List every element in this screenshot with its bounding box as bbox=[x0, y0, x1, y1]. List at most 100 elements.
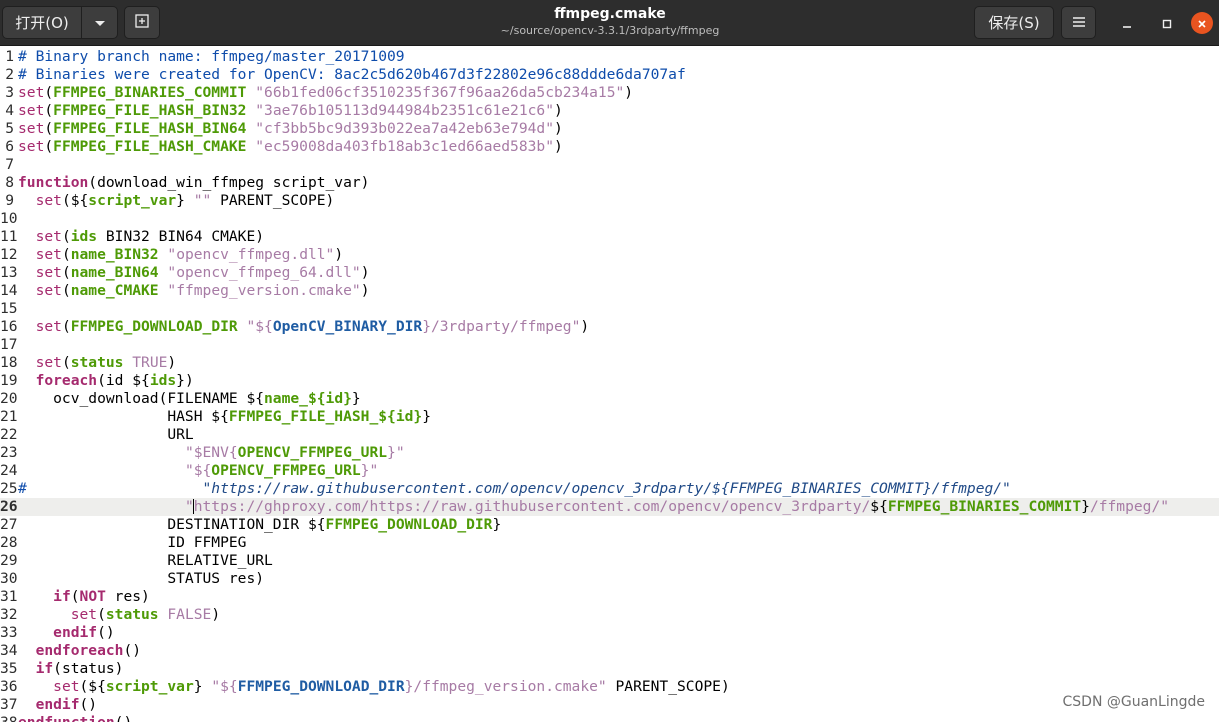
code-token: "ffmpeg_version.cmake" bbox=[167, 282, 361, 299]
new-tab-button[interactable] bbox=[124, 6, 160, 39]
code-line[interactable]: 34 endforeach() bbox=[0, 642, 1219, 660]
minimize-button[interactable] bbox=[1116, 12, 1138, 34]
watermark: CSDN @GuanLingde bbox=[1062, 694, 1206, 710]
code-line[interactable]: 11 set(ids BIN32 BIN64 CMAKE) bbox=[0, 228, 1219, 246]
line-text: STATUS res) bbox=[18, 570, 264, 588]
window-title: ffmpeg.cmake bbox=[554, 6, 666, 22]
code-line[interactable]: 21 HASH ${FFMPEG_FILE_HASH_${id}} bbox=[0, 408, 1219, 426]
code-token: ( bbox=[61, 354, 71, 371]
code-line[interactable]: 26 "https://ghproxy.com/https://raw.gith… bbox=[0, 498, 1219, 516]
line-text: set(FFMPEG_FILE_HASH_CMAKE "ec59008da403… bbox=[18, 138, 563, 156]
code-line[interactable]: 12 set(name_BIN32 "opencv_ffmpeg.dll") bbox=[0, 246, 1219, 264]
line-number: 26 bbox=[0, 498, 18, 515]
line-text: URL bbox=[18, 426, 194, 444]
maximize-button[interactable] bbox=[1156, 12, 1178, 34]
code-token: PARENT_SCOPE) bbox=[606, 678, 730, 695]
code-token: } bbox=[193, 678, 212, 695]
code-token: id bbox=[395, 408, 414, 425]
code-token: STATUS res) bbox=[18, 570, 265, 587]
code-line[interactable]: 10 bbox=[0, 210, 1219, 228]
code-line[interactable]: 20 ocv_download(FILENAME ${name_${id}} bbox=[0, 390, 1219, 408]
code-token: status bbox=[105, 606, 159, 623]
line-text: set(name_CMAKE "ffmpeg_version.cmake") bbox=[18, 282, 370, 300]
code-line[interactable]: 7 bbox=[0, 156, 1219, 174]
code-line[interactable]: 27 DESTINATION_DIR ${FFMPEG_DOWNLOAD_DIR… bbox=[0, 516, 1219, 534]
code-line[interactable]: 33 endif() bbox=[0, 624, 1219, 642]
code-line[interactable]: 4 set(FFMPEG_FILE_HASH_BIN32 "3ae76b10511… bbox=[0, 102, 1219, 120]
code-token: status bbox=[70, 354, 124, 371]
code-line[interactable]: 37 endif() bbox=[0, 696, 1219, 714]
code-line[interactable]: 32 set(status FALSE) bbox=[0, 606, 1219, 624]
code-token: "${ bbox=[211, 678, 238, 695]
code-token: set bbox=[35, 246, 62, 263]
code-line[interactable]: 25 # "https://raw.githubusercontent.com/o… bbox=[0, 480, 1219, 498]
code-line[interactable]: 35 if(status) bbox=[0, 660, 1219, 678]
code-token: set bbox=[18, 138, 45, 155]
line-number: 4 bbox=[5, 102, 14, 119]
open-button[interactable]: 打开(O) bbox=[2, 6, 82, 39]
new-tab-icon bbox=[134, 13, 150, 33]
code-line[interactable]: 36 set(${script_var} "${FFMPEG_DOWNLOAD_… bbox=[0, 678, 1219, 696]
code-token: FFMPEG_FILE_HASH_BIN32 bbox=[53, 102, 247, 119]
save-button-label: 保存(S) bbox=[988, 14, 1040, 32]
code-line[interactable]: 5 set(FFMPEG_FILE_HASH_BIN64 "cf3bb5bc9d3… bbox=[0, 120, 1219, 138]
line-number: 1 bbox=[5, 48, 14, 65]
code-line[interactable]: 17 bbox=[0, 336, 1219, 354]
line-text: endif() bbox=[18, 624, 115, 642]
line-number: 19 bbox=[0, 372, 18, 389]
code-token: ( bbox=[61, 282, 71, 299]
line-text: set(FFMPEG_BINARIES_COMMIT "66b1fed06cf3… bbox=[18, 84, 633, 102]
code-line[interactable]: 3 set(FFMPEG_BINARIES_COMMIT "66b1fed06cf… bbox=[0, 84, 1219, 102]
code-token: ID FFMPEG bbox=[18, 534, 247, 551]
line-text: "$ENV{OPENCV_FFMPEG_URL}" bbox=[18, 444, 405, 462]
code-line[interactable]: 9 set(${script_var} "" PARENT_SCOPE) bbox=[0, 192, 1219, 210]
code-line[interactable]: 28 ID FFMPEG bbox=[0, 534, 1219, 552]
line-text: endfunction() bbox=[18, 714, 132, 722]
code-line[interactable]: 22 URL bbox=[0, 426, 1219, 444]
close-button[interactable] bbox=[1191, 12, 1213, 34]
code-line[interactable]: 15 bbox=[0, 300, 1219, 318]
line-text: # Binary branch name: ffmpeg/master_2017… bbox=[18, 48, 405, 66]
text-editor[interactable]: 1 # Binary branch name: ffmpeg/master_201… bbox=[0, 46, 1219, 722]
code-token: "${ bbox=[184, 462, 212, 479]
code-line[interactable]: 24 "${OPENCV_FFMPEG_URL}" bbox=[0, 462, 1219, 480]
main-menu-button[interactable] bbox=[1061, 6, 1096, 39]
code-line[interactable]: 18 set(status TRUE) bbox=[0, 354, 1219, 372]
code-token: }" bbox=[360, 462, 379, 479]
window-title-area: ffmpeg.cmake ~/source/opencv-3.3.1/3rdpa… bbox=[400, 5, 820, 38]
code-line[interactable]: 16 set(FFMPEG_DOWNLOAD_DIR "${OpenCV_BIN… bbox=[0, 318, 1219, 336]
code-line[interactable]: 29 RELATIVE_URL bbox=[0, 552, 1219, 570]
line-text: set(FFMPEG_FILE_HASH_BIN64 "cf3bb5bc9d39… bbox=[18, 120, 563, 138]
code-line[interactable]: 8 function(download_win_ffmpeg script_var… bbox=[0, 174, 1219, 192]
line-text: function(download_win_ffmpeg script_var) bbox=[18, 174, 369, 192]
code-token: name_BIN32 bbox=[70, 246, 159, 263]
code-line[interactable]: 31 if(NOT res) bbox=[0, 588, 1219, 606]
line-text: HASH ${FFMPEG_FILE_HASH_${id}} bbox=[18, 408, 431, 426]
open-recent-dropdown-button[interactable] bbox=[81, 6, 118, 39]
code-token: ( bbox=[61, 246, 71, 263]
code-token: set bbox=[18, 102, 45, 119]
code-token: if bbox=[35, 660, 54, 677]
code-line[interactable]: 30 STATUS res) bbox=[0, 570, 1219, 588]
code-line[interactable]: 14 set(name_CMAKE "ffmpeg_version.cmake"… bbox=[0, 282, 1219, 300]
code-token: ( bbox=[61, 228, 71, 245]
code-token: URL bbox=[18, 426, 194, 443]
code-line[interactable]: 23 "$ENV{OPENCV_FFMPEG_URL}" bbox=[0, 444, 1219, 462]
code-line[interactable]: 38endfunction() bbox=[0, 714, 1219, 722]
line-number: 18 bbox=[0, 354, 18, 371]
save-button[interactable]: 保存(S) bbox=[974, 6, 1054, 39]
code-line[interactable]: 13 set(name_BIN64 "opencv_ffmpeg_64.dll"… bbox=[0, 264, 1219, 282]
code-token: NOT bbox=[79, 588, 106, 605]
code-line[interactable]: 19 foreach(id ${ids}) bbox=[0, 372, 1219, 390]
code-line[interactable]: 6 set(FFMPEG_FILE_HASH_CMAKE "ec59008da40… bbox=[0, 138, 1219, 156]
code-line[interactable]: 2 # Binaries were created for OpenCV: 8ac… bbox=[0, 66, 1219, 84]
line-number: 10 bbox=[0, 210, 18, 227]
code-line[interactable]: 1 # Binary branch name: ffmpeg/master_201… bbox=[0, 48, 1219, 66]
